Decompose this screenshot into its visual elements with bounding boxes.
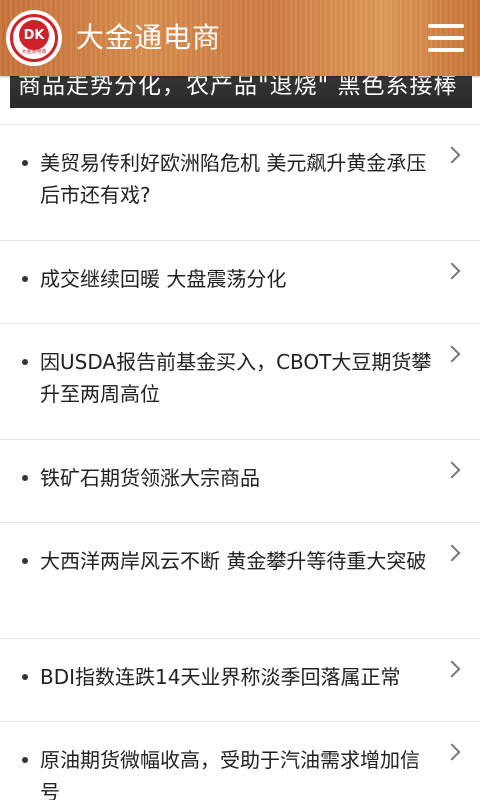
chevron-right-icon: [443, 544, 461, 562]
news-title: 因USDA报告前基金买入，CBOT大豆期货攀升至两周高位: [40, 350, 432, 406]
chevron-right-icon: [443, 146, 461, 164]
news-title: BDI指数连跌14天业界称淡季回落属正常: [40, 665, 401, 689]
news-item[interactable]: BDI指数连跌14天业界称淡季回落属正常: [0, 639, 480, 722]
chevron-right-icon: [443, 262, 461, 280]
hamburger-menu-icon[interactable]: [428, 20, 464, 56]
menu-bar-line: [428, 48, 464, 52]
news-item[interactable]: 大西洋两岸风云不断 黄金攀升等待重大突破: [0, 523, 480, 639]
news-item[interactable]: 因USDA报告前基金买入，CBOT大豆期货攀升至两周高位: [0, 324, 480, 440]
logo-caption: 大金通电商: [21, 49, 47, 55]
news-title: 原油期货微幅收高，受助于汽油需求增加信号: [40, 748, 420, 800]
news-item[interactable]: 铁矿石期货领涨大宗商品: [0, 440, 480, 523]
menu-bar-line: [428, 36, 464, 40]
chevron-right-icon: [443, 461, 461, 479]
app-screen: DK 大金通电商 大金通电商 商品走势分化，农产品"退烧" 黑色系接棒 美贸易传…: [0, 0, 480, 800]
brand-logo[interactable]: DK 大金通电商: [6, 10, 62, 66]
bullet-icon: [22, 475, 28, 481]
logo-mark: DK: [19, 20, 49, 50]
bullet-icon: [22, 359, 28, 365]
bullet-icon: [22, 160, 28, 166]
chevron-right-icon: [443, 345, 461, 363]
news-title: 美贸易传利好欧洲陷危机 美元飙升黄金承压后市还有戏?: [40, 151, 427, 207]
news-title: 大西洋两岸风云不断 黄金攀升等待重大突破: [40, 549, 427, 573]
bullet-icon: [22, 558, 28, 564]
chevron-right-icon: [443, 660, 461, 678]
app-title: 大金通电商: [76, 21, 222, 54]
app-header: DK 大金通电商 大金通电商: [0, 0, 480, 76]
menu-bar-line: [428, 24, 464, 28]
news-title: 铁矿石期货领涨大宗商品: [40, 466, 260, 490]
logo-ring: DK 大金通电商: [10, 14, 58, 62]
bullet-icon: [22, 674, 28, 680]
bullet-icon: [22, 276, 28, 282]
news-title: 成交继续回暖 大盘震荡分化: [40, 267, 287, 291]
bullet-icon: [22, 757, 28, 763]
news-item[interactable]: 原油期货微幅收高，受助于汽油需求增加信号: [0, 722, 480, 800]
news-item[interactable]: 美贸易传利好欧洲陷危机 美元飙升黄金承压后市还有戏?: [0, 125, 480, 241]
news-list: 美贸易传利好欧洲陷危机 美元飙升黄金承压后市还有戏? 成交继续回暖 大盘震荡分化…: [0, 124, 480, 800]
news-item[interactable]: 成交继续回暖 大盘震荡分化: [0, 241, 480, 324]
chevron-right-icon: [443, 743, 461, 761]
